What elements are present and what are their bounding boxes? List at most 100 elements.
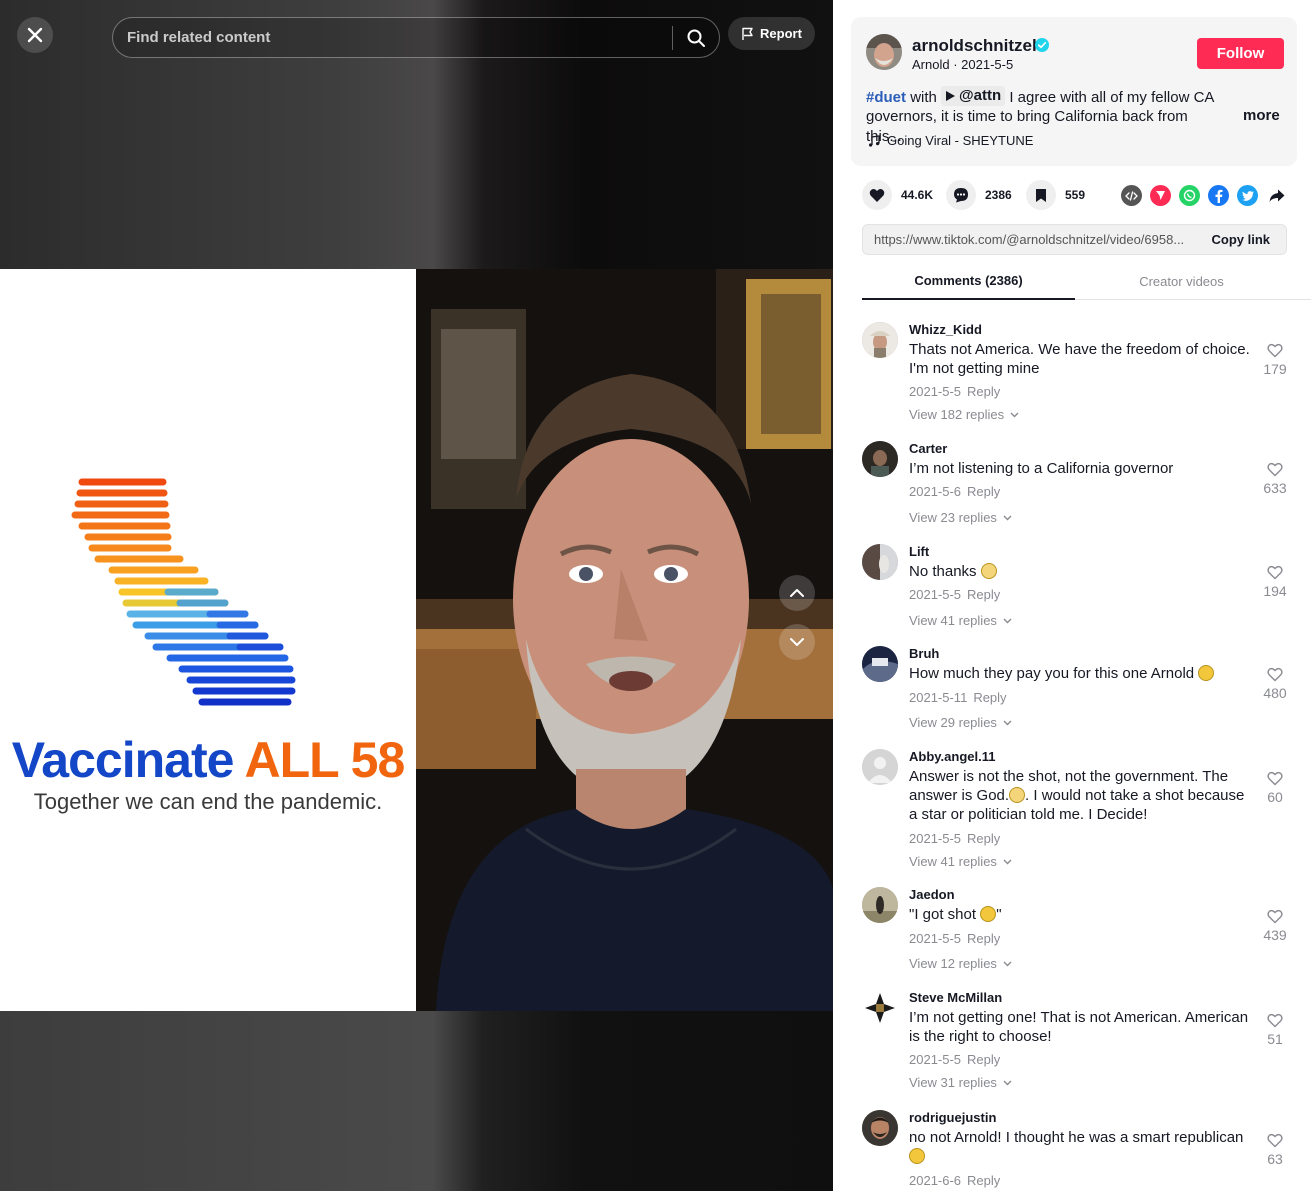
tab-creator-videos[interactable]: Creator videos — [1075, 262, 1288, 300]
commenter-avatar[interactable] — [862, 1110, 898, 1146]
comment-meta: 2021-5-6 Reply — [909, 484, 1000, 499]
avatar-image — [862, 322, 898, 358]
video-link-text[interactable]: https://www.tiktok.com/@arnoldschnitzel/… — [863, 232, 1201, 247]
bookmark-button[interactable]: 559 — [1026, 180, 1085, 210]
heart-outline-icon — [1267, 667, 1283, 682]
view-replies-button[interactable]: View 41 replies — [909, 613, 1012, 628]
comment-username[interactable]: Carter — [909, 441, 947, 456]
view-replies-button[interactable]: View 182 replies — [909, 407, 1019, 422]
view-replies-button[interactable]: View 29 replies — [909, 715, 1012, 730]
duet-left-video: Vaccinate ALL 58 Together we can end the… — [0, 269, 416, 1011]
commenter-avatar[interactable] — [862, 887, 898, 923]
reply-button[interactable]: Reply — [967, 1173, 1000, 1188]
comment-count: 2386 — [985, 188, 1012, 202]
commenter-avatar[interactable] — [862, 990, 898, 1026]
play-icon — [946, 90, 956, 101]
comment-date: 2021-5-5 — [909, 384, 962, 399]
search-button[interactable] — [673, 17, 719, 58]
comment-like-button[interactable]: 179 — [1260, 343, 1290, 377]
twitter-icon — [1241, 190, 1254, 201]
facebook-icon — [1215, 189, 1223, 203]
view-replies-button[interactable]: View 41 replies — [909, 854, 1012, 869]
comment-like-button[interactable]: 194 — [1260, 565, 1290, 599]
comment-username[interactable]: rodriguejustin — [909, 1110, 996, 1125]
comment-text: no not Arnold! I thought he was a smart … — [909, 1128, 1254, 1166]
more-share-button[interactable] — [1266, 185, 1287, 206]
send-button[interactable] — [1150, 185, 1171, 206]
comment-like-button[interactable]: 60 — [1260, 771, 1290, 805]
caption-with: with — [910, 88, 937, 106]
next-video-button[interactable] — [779, 624, 815, 660]
avatar-image — [862, 646, 898, 682]
follow-button[interactable]: Follow — [1197, 38, 1284, 69]
like-button[interactable]: 44.6K — [862, 180, 933, 210]
author-username[interactable]: arnoldschnitzel — [912, 36, 1037, 56]
close-button[interactable] — [17, 17, 53, 53]
chevron-down-icon — [1003, 720, 1012, 725]
comment-like-button[interactable]: 51 — [1260, 1013, 1290, 1047]
comment-username[interactable]: Lift — [909, 544, 929, 559]
music-note-icon — [869, 134, 880, 147]
reply-button[interactable]: Reply — [967, 831, 1000, 846]
search-input[interactable] — [113, 29, 672, 46]
reply-button[interactable]: Reply — [967, 484, 1000, 499]
music-info[interactable]: Going Viral - SHEYTUNE — [868, 133, 1033, 148]
reply-button[interactable]: Reply — [967, 587, 1000, 602]
commenter-avatar[interactable] — [862, 749, 898, 785]
view-replies-button[interactable]: View 12 replies — [909, 956, 1012, 971]
comment-like-count: 179 — [1263, 361, 1287, 377]
caption-more-link[interactable]: more — [1243, 107, 1280, 124]
commenter-avatar[interactable] — [862, 544, 898, 580]
previous-video-button[interactable] — [779, 575, 815, 611]
comment-like-button[interactable]: 63 — [1260, 1133, 1290, 1167]
chevron-down-icon — [1003, 1080, 1012, 1085]
copy-link-button[interactable]: Copy link — [1201, 232, 1286, 247]
reply-button[interactable]: Reply — [967, 931, 1000, 946]
comment-username[interactable]: Bruh — [909, 646, 939, 661]
view-replies-label: View 12 replies — [909, 956, 997, 971]
reply-button[interactable]: Reply — [967, 1052, 1000, 1067]
facebook-button[interactable] — [1208, 185, 1229, 206]
california-stripes-logo — [71, 478, 296, 706]
caption-hashtag[interactable]: #duet — [866, 89, 906, 106]
post-info-card: arnoldschnitzel Arnold · 2021-5-5 Follow… — [851, 17, 1297, 166]
comment-button[interactable]: 2386 — [946, 180, 1012, 210]
comment-like-button[interactable]: 633 — [1260, 462, 1290, 496]
whatsapp-button[interactable] — [1179, 185, 1200, 206]
like-count: 44.6K — [901, 188, 934, 202]
twitter-button[interactable] — [1237, 185, 1258, 206]
commenter-avatar[interactable] — [862, 441, 898, 477]
speaker-video-frame — [416, 269, 833, 1011]
comment-like-button[interactable]: 480 — [1260, 667, 1290, 701]
comment-text: Thats not America. We have the freedom o… — [909, 341, 1250, 377]
engagement-bar: 44.6K 2386 559 — [862, 180, 1284, 210]
avatar-image — [862, 441, 898, 477]
comment-like-button[interactable]: 439 — [1260, 909, 1290, 943]
tab-comments[interactable]: Comments (2386) — [862, 262, 1075, 300]
author-avatar[interactable] — [866, 34, 902, 70]
view-replies-button[interactable]: View 23 replies — [909, 510, 1012, 525]
comment-username[interactable]: Jaedon — [909, 887, 955, 902]
caption-mention[interactable]: @attn — [941, 86, 1006, 106]
comment-username[interactable]: Whizz_Kidd — [909, 322, 982, 337]
campaign-subtitle: Together we can end the pandemic. — [33, 789, 383, 814]
comment-username[interactable]: Abby.angel.11 — [909, 749, 995, 764]
embed-button[interactable] — [1121, 185, 1142, 206]
video-player: Report — [0, 0, 833, 1191]
reply-button[interactable]: Reply — [973, 690, 1006, 705]
reply-button[interactable]: Reply — [967, 384, 1000, 399]
video-frame[interactable]: Vaccinate ALL 58 Together we can end the… — [0, 269, 833, 1011]
comment-item: Carter I’m not listening to a California… — [862, 441, 1302, 531]
comment-like-count: 633 — [1263, 480, 1287, 496]
comment-meta: 2021-5-5 Reply — [909, 384, 1000, 399]
commenter-avatar[interactable] — [862, 646, 898, 682]
report-button[interactable]: Report — [728, 17, 815, 50]
search-bar — [112, 17, 720, 58]
view-replies-label: View 182 replies — [909, 407, 1005, 422]
campaign-title-part2: ALL 58 — [244, 732, 405, 788]
commenter-avatar[interactable] — [862, 322, 898, 358]
view-replies-button[interactable]: View 31 replies — [909, 1075, 1012, 1090]
comment-meta: 2021-5-5 Reply — [909, 1052, 1000, 1067]
panel-tabs: Comments (2386) Creator videos — [862, 262, 1311, 300]
comment-username[interactable]: Steve McMillan — [909, 990, 1002, 1005]
